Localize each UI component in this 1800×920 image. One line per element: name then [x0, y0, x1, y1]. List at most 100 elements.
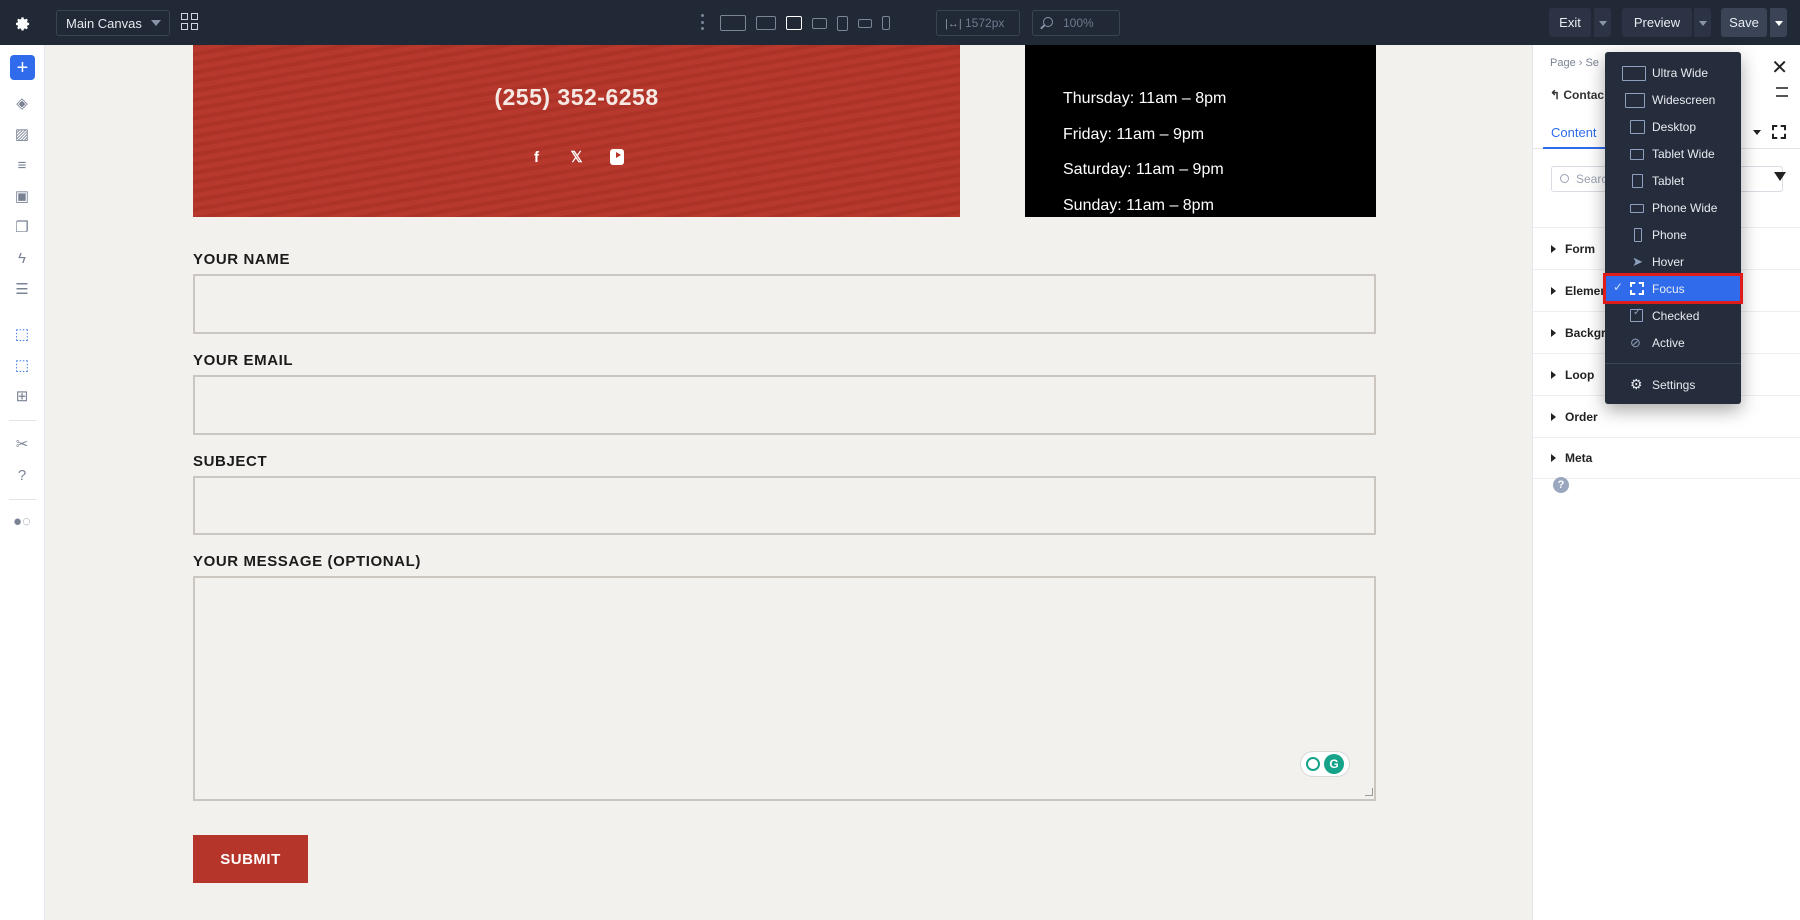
desktop-icon[interactable]: [786, 16, 802, 30]
subject-label: SUBJECT: [193, 453, 268, 470]
layers-icon[interactable]: ◈: [12, 93, 32, 113]
submit-button[interactable]: SUBMIT: [193, 835, 308, 883]
element-title: ↰ Contac: [1550, 88, 1605, 102]
preview-dropdown-toggle[interactable]: [1693, 8, 1711, 37]
preview-label: Preview: [1633, 15, 1681, 30]
facebook-icon[interactable]: f: [530, 149, 544, 166]
gear-icon: ⚙: [1630, 376, 1643, 392]
pages-icon[interactable]: ❐: [12, 217, 32, 237]
help-icon[interactable]: ?: [1553, 477, 1569, 493]
more-options-icon[interactable]: [700, 14, 704, 30]
styles-icon[interactable]: ▨: [12, 124, 32, 144]
left-sidebar: + ◈ ▨ ≡ ▣ ❐ ϟ ☰ ⬚ ⬚ ⊞ ✂ ? ●◌: [0, 45, 45, 920]
menu-item-active[interactable]: ⊘ Active: [1605, 329, 1741, 356]
ultra-wide-icon: [1622, 66, 1646, 81]
opening-hours-block: Thursday: 11am – 8pm Friday: 11am – 9pm …: [1025, 45, 1376, 217]
tablet-icon[interactable]: [837, 15, 848, 31]
menu-item-label: Tablet Wide: [1652, 147, 1715, 161]
menu-item-phone[interactable]: Phone: [1605, 221, 1741, 248]
contact-info-block: (255) 352-6258 f 𝕏: [193, 45, 960, 217]
x-icon[interactable]: 𝕏: [570, 149, 584, 166]
templates-icon[interactable]: ⊞: [12, 386, 32, 406]
help-icon[interactable]: ?: [12, 465, 32, 485]
tablet-wide-icon[interactable]: [812, 17, 827, 29]
preview-button[interactable]: Preview: [1622, 8, 1692, 37]
canvas-select[interactable]: Main Canvas: [56, 10, 170, 36]
breadcrumb[interactable]: Page › Se: [1550, 57, 1599, 69]
add-element-button[interactable]: +: [10, 55, 35, 80]
settings-sliders-icon[interactable]: ☰: [12, 279, 32, 299]
canvas-width-field[interactable]: |↔| 1572px: [936, 10, 1020, 36]
menu-item-checked[interactable]: ✓ Checked: [1605, 302, 1741, 329]
grammarly-widget[interactable]: G: [1300, 751, 1350, 777]
save-dropdown-toggle[interactable]: [1769, 8, 1787, 37]
grid-icon[interactable]: [181, 13, 199, 31]
lightbulb-icon: [1306, 757, 1320, 771]
menu-item-widescreen[interactable]: Widescreen: [1605, 86, 1741, 113]
subject-field[interactable]: [193, 476, 1376, 535]
chevron-down-icon[interactable]: [1753, 130, 1761, 135]
database-icon[interactable]: ≡: [12, 155, 32, 175]
menu-item-label: Hover: [1652, 255, 1685, 269]
breakpoint-switcher: [720, 12, 900, 34]
exit-button[interactable]: Exit: [1549, 8, 1591, 37]
menu-item-desktop[interactable]: Desktop: [1605, 113, 1741, 140]
hours-item: Sunday: 11am – 8pm: [1063, 196, 1214, 214]
search-icon: [1560, 174, 1569, 183]
canvas-select-value: Main Canvas: [66, 15, 142, 31]
multi-select-icon[interactable]: ⬚: [12, 355, 32, 375]
select-tool-icon[interactable]: ⬚: [12, 324, 32, 344]
menu-item-label: Active: [1652, 336, 1685, 350]
sidebar-divider: [9, 420, 36, 421]
widescreen-icon: [1625, 93, 1645, 108]
menu-item-settings[interactable]: ⚙ Settings: [1605, 371, 1741, 398]
section-meta[interactable]: Meta: [1533, 437, 1800, 479]
save-button[interactable]: Save: [1721, 8, 1767, 37]
resize-handle-icon[interactable]: [1365, 788, 1373, 796]
menu-item-tablet-wide[interactable]: Tablet Wide: [1605, 140, 1741, 167]
menu-item-phone-wide[interactable]: Phone Wide: [1605, 194, 1741, 221]
youtube-icon[interactable]: [609, 149, 624, 165]
menu-item-tablet[interactable]: Tablet: [1605, 167, 1741, 194]
zoom-field[interactable]: 100%: [1032, 10, 1120, 36]
zoom-value: 100%: [1063, 16, 1094, 30]
menu-item-ultra-wide[interactable]: Ultra Wide: [1605, 59, 1741, 86]
phone-wide-icon[interactable]: [858, 18, 872, 28]
section-label: Elemen: [1565, 283, 1608, 298]
menu-divider: [1605, 363, 1741, 364]
tools-icon[interactable]: ✂: [12, 434, 32, 454]
exit-dropdown-toggle[interactable]: [1593, 8, 1611, 37]
components-icon[interactable]: ▣: [12, 186, 32, 206]
tab-content[interactable]: Content: [1551, 125, 1597, 140]
width-icon: |↔|: [945, 18, 962, 30]
menu-item-label: Tablet: [1652, 174, 1685, 188]
gear-icon[interactable]: [10, 11, 34, 35]
save-label: Save: [1729, 15, 1759, 30]
breakpoint-state-menu: Ultra Wide Widescreen Desktop Tablet Wid…: [1603, 52, 1743, 404]
close-icon[interactable]: ✕: [1771, 55, 1788, 80]
widescreen-icon[interactable]: [756, 16, 776, 30]
menu-item-label: Settings: [1652, 378, 1696, 392]
hours-item: Saturday: 11am – 9pm: [1063, 161, 1224, 178]
hours-item: Friday: 11am – 9pm: [1063, 125, 1205, 143]
name-field[interactable]: [193, 274, 1376, 334]
menu-item-hover[interactable]: ➤ Hover: [1605, 248, 1741, 275]
checkmark-icon: ✓: [1633, 307, 1642, 318]
ultra-wide-icon[interactable]: [720, 15, 746, 31]
message-textarea[interactable]: [193, 576, 1376, 801]
interactions-icon[interactable]: ϟ: [12, 248, 32, 268]
panel-options-icon[interactable]: [1776, 87, 1788, 97]
section-label: Meta: [1565, 451, 1593, 465]
hours-item: Thursday: 11am – 8pm: [1063, 90, 1227, 107]
exit-label: Exit: [1559, 15, 1581, 30]
phone-icon[interactable]: [882, 16, 890, 30]
menu-item-focus[interactable]: ✓ Focus: [1603, 273, 1743, 304]
section-label: Order: [1565, 409, 1598, 424]
cursor-icon: ➤: [1632, 254, 1643, 269]
email-field[interactable]: [193, 375, 1376, 435]
filter-icon[interactable]: [1774, 172, 1786, 181]
focus-state-icon[interactable]: [1772, 125, 1786, 139]
menu-item-label: Ultra Wide: [1652, 66, 1709, 80]
theme-toggle-icon[interactable]: ●◌: [12, 511, 32, 531]
chevron-down-icon: [151, 20, 161, 26]
